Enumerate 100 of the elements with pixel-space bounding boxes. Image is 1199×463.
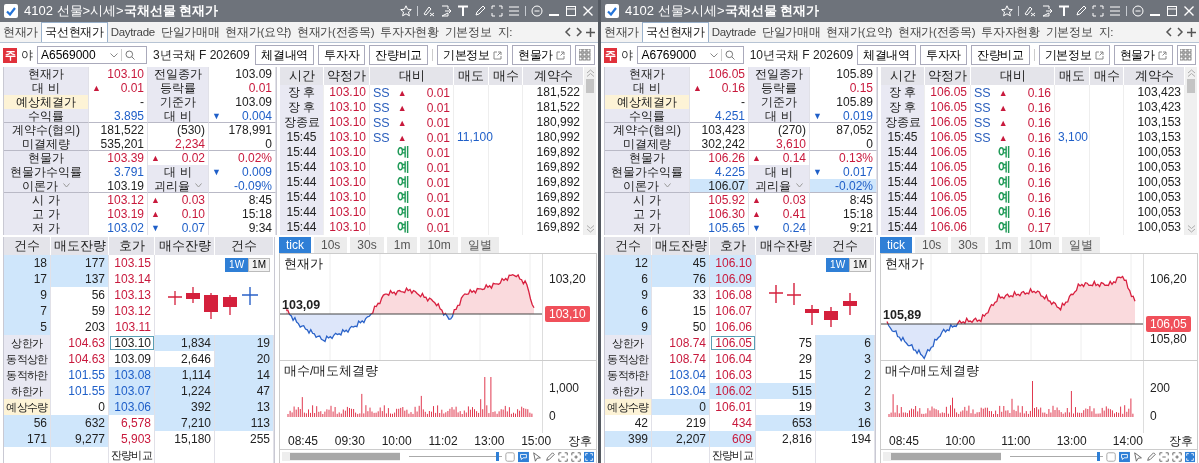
tab[interactable]: 현재가 bbox=[0, 22, 42, 42]
tab[interactable]: 현재가(요약) bbox=[222, 22, 294, 42]
export-icon[interactable] bbox=[1041, 5, 1053, 17]
close-icon[interactable] bbox=[582, 5, 594, 17]
code-field[interactable]: A6769000 bbox=[641, 48, 708, 62]
previous-icon[interactable] bbox=[564, 27, 572, 37]
tab[interactable]: 현재가(전종목) bbox=[894, 22, 979, 42]
compare-button[interactable]: 잔량비교 bbox=[109, 447, 155, 463]
interval-tab[interactable]: 10m bbox=[420, 237, 458, 253]
interval-tab[interactable]: 1m bbox=[386, 237, 418, 253]
zoom-slider-thumb[interactable] bbox=[1096, 452, 1100, 461]
export-icon[interactable] bbox=[440, 5, 452, 17]
toolbar-button[interactable]: 체결내역 bbox=[857, 45, 916, 65]
pencil-icon[interactable] bbox=[544, 450, 555, 463]
plus-icon[interactable] bbox=[1187, 27, 1196, 37]
previous-icon[interactable] bbox=[1165, 27, 1173, 37]
range-toggle[interactable]: 1M bbox=[248, 258, 270, 272]
tab[interactable]: 지: bbox=[1095, 22, 1117, 42]
close-icon[interactable] bbox=[1183, 5, 1195, 17]
interval-tab[interactable]: tick bbox=[880, 237, 912, 253]
interval-tab[interactable]: 일별 bbox=[1061, 237, 1100, 253]
maximize-icon[interactable] bbox=[1166, 5, 1178, 17]
zoom-in-icon[interactable] bbox=[1171, 450, 1182, 463]
zoom-out-icon[interactable] bbox=[557, 450, 568, 463]
tab[interactable]: 지: bbox=[494, 22, 516, 42]
pencil-icon[interactable] bbox=[1145, 450, 1156, 463]
fit-icon[interactable] bbox=[583, 450, 594, 463]
scrollbar[interactable] bbox=[282, 452, 400, 461]
toolbar-button[interactable]: 기본정보 bbox=[1038, 45, 1110, 65]
text-tool-icon[interactable] bbox=[1058, 5, 1070, 17]
dropdown-icon[interactable] bbox=[710, 52, 719, 58]
dropdown-icon[interactable] bbox=[664, 183, 671, 188]
scrollbar[interactable] bbox=[1185, 67, 1197, 235]
code-combo-box[interactable]: A6769000 bbox=[637, 46, 744, 64]
dropdown-icon[interactable] bbox=[195, 183, 202, 188]
scrollbar[interactable] bbox=[883, 452, 1001, 461]
dropdown-icon[interactable] bbox=[796, 183, 803, 188]
tab[interactable]: 현재가(요약) bbox=[823, 22, 895, 42]
frame-icon[interactable] bbox=[491, 5, 503, 17]
fit-icon[interactable] bbox=[1184, 450, 1195, 463]
tab[interactable]: 단일가매매 bbox=[758, 22, 824, 42]
plus-icon[interactable] bbox=[586, 27, 595, 37]
maximize-icon[interactable] bbox=[565, 5, 577, 17]
scroll-thumb[interactable] bbox=[1187, 79, 1195, 93]
chat-icon[interactable] bbox=[1118, 450, 1130, 463]
pen-icon[interactable] bbox=[1075, 5, 1087, 17]
interval-tab[interactable]: tick bbox=[279, 237, 311, 253]
toolbar-button[interactable]: 투자자 bbox=[919, 45, 967, 65]
zoom-out-icon[interactable] bbox=[1158, 450, 1169, 463]
eraser-icon[interactable] bbox=[423, 5, 435, 17]
checkbox-icon[interactable] bbox=[4, 4, 18, 18]
grid-menu-icon[interactable] bbox=[1176, 45, 1196, 65]
text-tool-icon[interactable] bbox=[457, 5, 469, 17]
range-toggle[interactable]: 1W bbox=[225, 258, 249, 272]
search-icon[interactable] bbox=[125, 50, 135, 60]
tab[interactable]: Daytrade bbox=[107, 22, 158, 42]
interval-tab[interactable]: 30s bbox=[951, 237, 985, 253]
toolbar-button[interactable]: 투자자 bbox=[318, 45, 366, 65]
toolbar-button[interactable]: 현물가 bbox=[511, 45, 571, 65]
toolbar-button[interactable]: 잔량비교 bbox=[971, 45, 1030, 65]
toolbar-button[interactable]: 현물가 bbox=[1113, 45, 1173, 65]
tab[interactable]: 기본정보 bbox=[1042, 22, 1096, 42]
search-icon[interactable] bbox=[725, 50, 736, 60]
cursor-icon[interactable] bbox=[1132, 450, 1143, 463]
interval-tab[interactable]: 30s bbox=[350, 237, 384, 253]
toolbar-button[interactable]: 기본정보 bbox=[437, 45, 508, 65]
order-badge[interactable]: 주 bbox=[604, 47, 618, 63]
frame-icon[interactable] bbox=[1092, 5, 1104, 17]
tab[interactable]: 현재가(전종목) bbox=[293, 22, 378, 42]
order-badge[interactable]: 주 bbox=[3, 47, 17, 63]
grid-menu-icon[interactable] bbox=[575, 45, 595, 65]
checkbox-icon[interactable] bbox=[605, 4, 619, 18]
next-icon[interactable] bbox=[575, 27, 583, 37]
tab[interactable]: 투자자현황 bbox=[377, 22, 442, 42]
interval-tab[interactable]: 10m bbox=[1021, 237, 1059, 253]
tab[interactable]: 국선현재가 bbox=[642, 22, 709, 42]
list-icon[interactable] bbox=[1109, 5, 1121, 17]
tab[interactable]: Daytrade bbox=[708, 22, 759, 42]
tab[interactable]: 현재가 bbox=[601, 22, 643, 42]
tab[interactable]: 단일가매매 bbox=[157, 22, 223, 42]
scroll-thumb[interactable] bbox=[586, 79, 594, 93]
pen-icon[interactable] bbox=[474, 5, 486, 17]
toolbar-button[interactable]: 체결내역 bbox=[255, 45, 315, 65]
next-icon[interactable] bbox=[1176, 27, 1184, 37]
toolbar-button[interactable]: 잔량비교 bbox=[369, 45, 429, 65]
eraser-icon[interactable] bbox=[1024, 5, 1036, 17]
range-toggle[interactable]: 1W bbox=[826, 258, 850, 272]
dropdown-icon[interactable] bbox=[63, 183, 70, 188]
code-combo-box[interactable]: A6569000 bbox=[37, 46, 147, 64]
chat-icon[interactable] bbox=[517, 450, 529, 463]
cursor-icon[interactable] bbox=[531, 450, 542, 463]
compare-button[interactable]: 잔량비교 bbox=[710, 447, 756, 463]
scrollbar[interactable] bbox=[584, 67, 596, 235]
tab[interactable]: 국선현재가 bbox=[41, 22, 108, 42]
zoom-slider-thumb[interactable] bbox=[495, 452, 499, 461]
list-icon[interactable] bbox=[508, 5, 520, 17]
dropdown-icon[interactable] bbox=[110, 52, 118, 58]
tab[interactable]: 투자자현황 bbox=[978, 22, 1043, 42]
star-icon[interactable] bbox=[400, 5, 412, 17]
code-field[interactable]: A6569000 bbox=[41, 48, 107, 62]
